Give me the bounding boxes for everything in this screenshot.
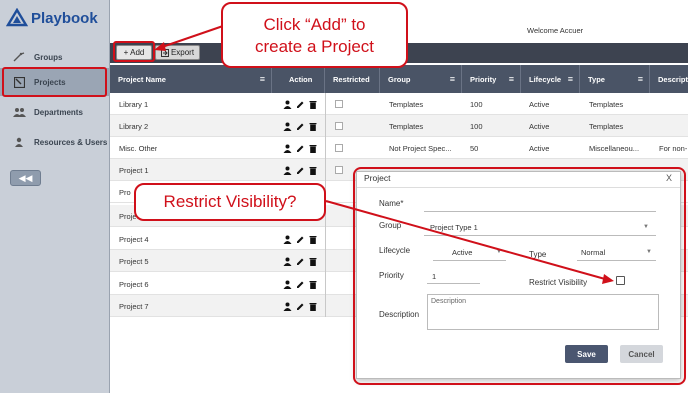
delete-icon[interactable] [309, 166, 317, 175]
row-actions [283, 93, 317, 115]
edit-icon[interactable] [296, 280, 305, 289]
cell-project-name: Pro [119, 187, 131, 197]
column-header-project-name[interactable]: Project Name ≡ [110, 65, 272, 93]
column-header-lifecycle[interactable]: Lifecycle ≡ [521, 65, 580, 93]
column-header-type[interactable]: Type ≡ [580, 65, 650, 93]
assign-user-icon[interactable] [283, 257, 292, 266]
restricted-checkbox[interactable] [335, 100, 343, 108]
row-actions [283, 228, 317, 250]
cell-lifecycle: Active [529, 99, 550, 109]
cell-priority: 50 [470, 143, 479, 153]
delete-icon[interactable] [309, 144, 317, 153]
cell-lifecycle: Active [529, 143, 550, 153]
row-actions [283, 115, 317, 137]
cell-description: For non- [659, 143, 688, 153]
edit-icon[interactable] [296, 302, 305, 311]
delete-icon[interactable] [309, 100, 317, 109]
welcome-text: Welcome Accuer [527, 26, 584, 35]
restricted-checkbox[interactable] [335, 166, 343, 174]
edit-icon[interactable] [296, 257, 305, 266]
export-label: Export [170, 48, 195, 57]
cell-group: Templates [389, 99, 424, 109]
grid-header: Project Name ≡ Action Restricted Group ≡… [110, 65, 688, 93]
assign-user-icon[interactable] [283, 302, 292, 311]
restricted-checkbox[interactable] [335, 122, 343, 130]
column-menu-icon[interactable]: ≡ [260, 74, 265, 84]
delete-icon[interactable] [309, 235, 317, 244]
column-header-description[interactable]: Descriptio [650, 65, 688, 93]
cell-group: Not Project Spec... [389, 143, 452, 153]
cell-priority: 100 [470, 121, 483, 131]
table-row[interactable]: Library 2 Templates 100 Active Templates [110, 115, 688, 137]
row-actions [283, 295, 317, 317]
restricted-checkbox[interactable] [335, 144, 343, 152]
cell-project-name: Project 5 [119, 256, 149, 266]
sidebar-item-resources-users[interactable]: Resources & Users [0, 128, 109, 156]
departments-icon [12, 106, 26, 118]
assign-user-icon[interactable] [283, 144, 292, 153]
column-menu-icon[interactable]: ≡ [638, 74, 643, 84]
restrict-visibility-callout: Restrict Visibility? [134, 183, 326, 221]
delete-icon[interactable] [309, 122, 317, 131]
edit-icon[interactable] [296, 144, 305, 153]
callout-line-1: Click “Add” to [263, 15, 366, 34]
row-actions [283, 159, 317, 181]
cell-project-name: Project 1 [119, 165, 149, 175]
row-actions [283, 250, 317, 272]
export-icon [160, 48, 169, 57]
column-menu-icon[interactable]: ≡ [450, 74, 455, 84]
cell-project-name: Project 7 [119, 301, 149, 311]
cell-type: Templates [589, 99, 624, 109]
cell-type: Templates [589, 121, 624, 131]
app-name: Playbook [31, 9, 98, 27]
groups-icon [12, 51, 26, 63]
sidebar: Playbook Groups Projects Departments Res… [0, 0, 110, 393]
sidebar-item-label: Groups [34, 52, 63, 62]
edit-icon[interactable] [296, 122, 305, 131]
cell-priority: 100 [470, 99, 483, 109]
table-row[interactable]: Misc. Other Not Project Spec... 50 Activ… [110, 137, 688, 159]
collapse-sidebar-button[interactable]: ◀◀ [10, 170, 41, 186]
app-logo[interactable]: Playbook [6, 5, 98, 31]
row-actions [283, 137, 317, 159]
cell-lifecycle: Active [529, 121, 550, 131]
user-icon [12, 136, 26, 148]
table-row[interactable]: Library 1 Templates 100 Active Templates [110, 93, 688, 115]
assign-user-icon[interactable] [283, 122, 292, 131]
add-instruction-callout: Click “Add” to create a Project [221, 2, 408, 68]
delete-icon[interactable] [309, 280, 317, 289]
row-actions [283, 273, 317, 295]
cell-project-name: Project 6 [119, 279, 149, 289]
column-menu-icon[interactable]: ≡ [568, 74, 573, 84]
export-button[interactable]: Export [155, 45, 200, 60]
column-header-restricted[interactable]: Restricted [325, 65, 380, 93]
delete-icon[interactable] [309, 257, 317, 266]
cell-project-name: Library 2 [119, 121, 149, 131]
edit-icon[interactable] [296, 166, 305, 175]
assign-user-icon[interactable] [283, 280, 292, 289]
column-header-action: Action [272, 65, 325, 93]
add-highlight-box [113, 41, 155, 62]
column-header-priority[interactable]: Priority ≡ [462, 65, 521, 93]
cell-project-name: Misc. Other [119, 143, 158, 153]
cell-group: Templates [389, 121, 424, 131]
sidebar-item-departments[interactable]: Departments [0, 98, 109, 126]
sidebar-item-label: Departments [34, 107, 83, 117]
callout-line-2: create a Project [254, 37, 375, 56]
column-header-group[interactable]: Group ≡ [380, 65, 462, 93]
cell-type: Miscellaneou... [589, 143, 640, 153]
delete-icon[interactable] [309, 302, 317, 311]
dialog-highlight-box [353, 167, 686, 385]
sidebar-item-label: Resources & Users [34, 137, 108, 147]
edit-icon[interactable] [296, 100, 305, 109]
cell-project-name: Library 1 [119, 99, 149, 109]
projects-highlight-box [2, 67, 107, 97]
playbook-logo-icon [6, 8, 28, 27]
column-menu-icon[interactable]: ≡ [509, 74, 514, 84]
assign-user-icon[interactable] [283, 166, 292, 175]
assign-user-icon[interactable] [283, 100, 292, 109]
cell-project-name: Project 4 [119, 234, 149, 244]
edit-icon[interactable] [296, 235, 305, 244]
assign-user-icon[interactable] [283, 235, 292, 244]
